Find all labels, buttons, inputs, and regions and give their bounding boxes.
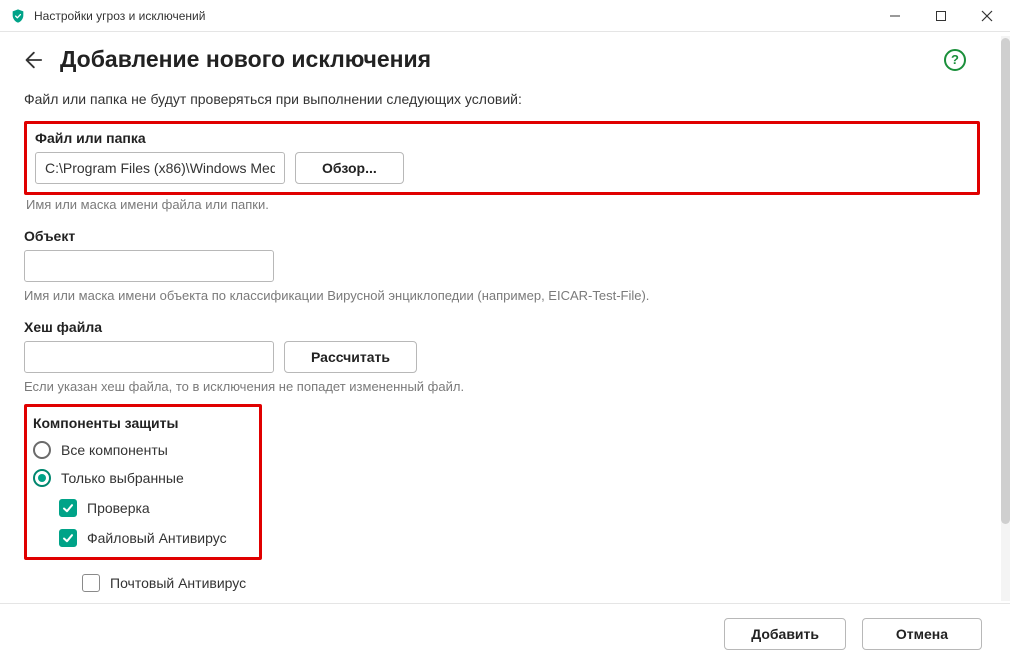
components-rest: Почтовый Антивирус Веб-Антивирус — [82, 574, 980, 603]
page-header: Добавление нового исключения ? — [0, 32, 1004, 81]
hash-input[interactable] — [24, 341, 274, 373]
help-icon[interactable]: ? — [944, 49, 966, 71]
footer: Добавить Отмена — [0, 603, 1010, 663]
checkbox-scan-label: Проверка — [87, 500, 150, 516]
checkbox-mail-av[interactable]: Почтовый Антивирус — [82, 574, 980, 592]
minimize-button[interactable] — [872, 0, 918, 32]
checkbox-scan[interactable]: Проверка — [59, 499, 249, 517]
components-label: Компоненты защиты — [33, 415, 249, 431]
checkbox-mail-av-label: Почтовый Антивирус — [110, 575, 246, 591]
checkbox-icon — [59, 499, 77, 517]
file-path-input[interactable] — [35, 152, 285, 184]
radio-all-label: Все компоненты — [61, 442, 168, 458]
hash-hint: Если указан хеш файла, то в исключения н… — [24, 379, 980, 394]
radio-icon — [33, 469, 51, 487]
checkbox-icon — [82, 574, 100, 592]
hash-label: Хеш файла — [24, 319, 980, 335]
radio-all-components[interactable]: Все компоненты — [33, 441, 249, 459]
object-label: Объект — [24, 228, 980, 244]
browse-button[interactable]: Обзор... — [295, 152, 404, 184]
object-hint: Имя или маска имени объекта по классифик… — [24, 288, 980, 303]
file-hint: Имя или маска имени файла или папки. — [26, 197, 980, 212]
close-button[interactable] — [964, 0, 1010, 32]
back-arrow-icon[interactable] — [20, 48, 44, 72]
app-shield-icon — [10, 8, 26, 24]
radio-selected-label: Только выбранные — [61, 470, 184, 486]
object-section: Объект Имя или маска имени объекта по кл… — [24, 228, 980, 303]
page-title: Добавление нового исключения — [60, 46, 944, 73]
radio-selected-components[interactable]: Только выбранные — [33, 469, 249, 487]
calculate-hash-button[interactable]: Рассчитать — [284, 341, 417, 373]
checkbox-icon — [59, 529, 77, 547]
file-label: Файл или папка — [35, 130, 969, 146]
intro-text: Файл или папка не будут проверяться при … — [24, 91, 980, 107]
components-highlight: Компоненты защиты Все компоненты Только … — [24, 404, 262, 560]
scrollbar[interactable] — [1001, 36, 1010, 601]
window-title: Настройки угроз и исключений — [34, 9, 205, 23]
checkbox-file-av-label: Файловый Антивирус — [87, 530, 227, 546]
file-or-folder-highlight: Файл или папка Обзор... — [24, 121, 980, 195]
scrollbar-thumb[interactable] — [1001, 38, 1010, 524]
add-button[interactable]: Добавить — [724, 618, 846, 650]
object-input[interactable] — [24, 250, 274, 282]
titlebar: Настройки угроз и исключений — [0, 0, 1010, 32]
maximize-button[interactable] — [918, 0, 964, 32]
window-controls — [872, 0, 1010, 31]
checkbox-file-av[interactable]: Файловый Антивирус — [59, 529, 249, 547]
cancel-button[interactable]: Отмена — [862, 618, 982, 650]
radio-icon — [33, 441, 51, 459]
hash-section: Хеш файла Рассчитать Если указан хеш фай… — [24, 319, 980, 394]
